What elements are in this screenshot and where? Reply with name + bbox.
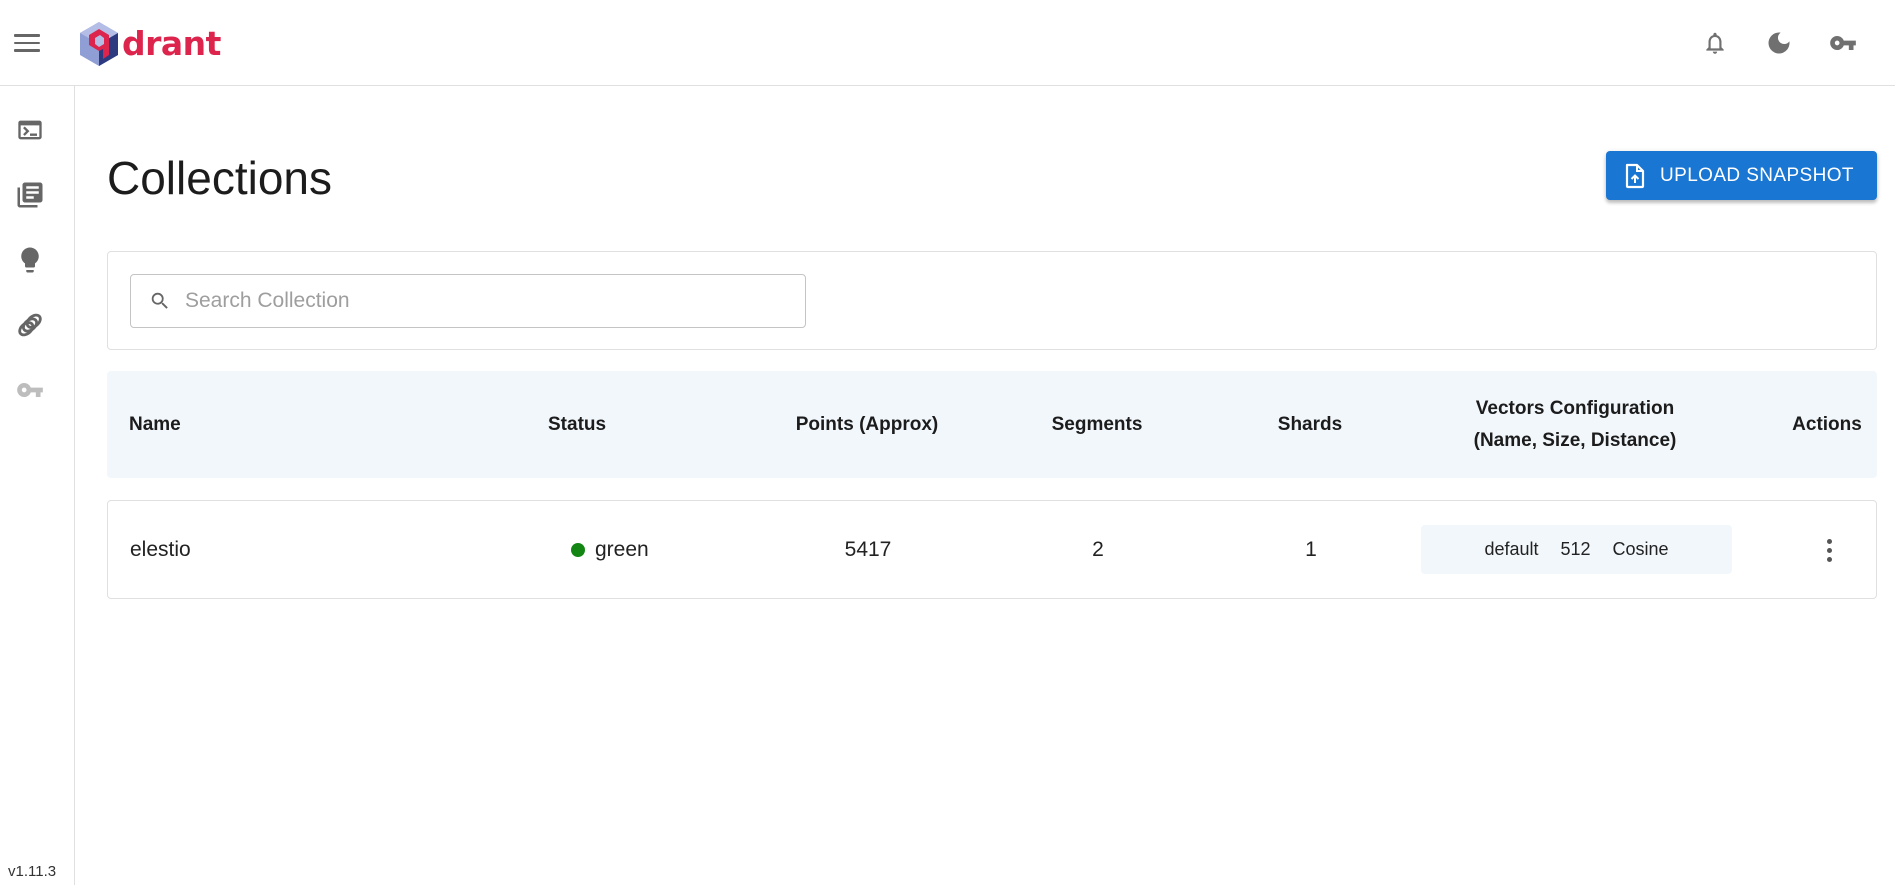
sidebar-item-tutorial[interactable] xyxy=(14,244,46,276)
menu-icon[interactable] xyxy=(14,28,44,58)
status-dot-icon xyxy=(571,542,585,557)
top-app-bar: drant xyxy=(0,0,1895,86)
vector-distance: Cosine xyxy=(1612,539,1669,559)
sidebar: v1.11.3 xyxy=(0,86,75,885)
qdrant-logo-mark xyxy=(80,22,118,66)
column-header-vectors-line1: Vectors Configuration xyxy=(1475,397,1675,419)
status-text: green xyxy=(595,537,649,561)
column-header-shards: Shards xyxy=(1277,413,1343,435)
column-header-actions: Actions xyxy=(1792,413,1862,435)
table-row[interactable]: elestio green 5417 2 1 default 512 Cosin… xyxy=(107,500,1877,599)
column-header-name: Name xyxy=(129,413,181,435)
sidebar-item-datasets[interactable] xyxy=(14,309,46,341)
sidebar-item-collections[interactable] xyxy=(14,179,46,211)
cell-shards: 1 xyxy=(1305,537,1317,561)
cell-status: green xyxy=(571,501,721,598)
table-header: Name Status Points (Approx) Segments Sha… xyxy=(107,371,1877,478)
collections-icon xyxy=(17,182,43,208)
console-icon xyxy=(18,120,42,140)
row-actions-more-icon[interactable] xyxy=(1814,534,1844,566)
cell-points: 5417 xyxy=(844,537,892,561)
cell-name[interactable]: elestio xyxy=(108,501,408,598)
dark-mode-moon-icon[interactable] xyxy=(1762,26,1796,60)
search-field[interactable] xyxy=(130,274,806,328)
api-key-icon[interactable] xyxy=(1826,26,1860,60)
page-title: Collections xyxy=(107,152,332,204)
key-icon xyxy=(17,383,43,397)
column-header-segments: Segments xyxy=(1051,413,1143,435)
vector-size: 512 xyxy=(1560,539,1591,559)
vector-config-chip: default 512 Cosine xyxy=(1421,525,1732,574)
search-icon xyxy=(151,292,168,309)
column-header-points: Points (Approx) xyxy=(795,413,939,435)
version-label: v1.11.3 xyxy=(8,863,57,880)
lightbulb-icon xyxy=(21,247,39,273)
upload-snapshot-button[interactable]: UPLOAD SNAPSHOT xyxy=(1606,151,1877,200)
cell-segments: 2 xyxy=(1092,537,1104,561)
column-header-vectors-line2: (Name, Size, Distance) xyxy=(1473,429,1677,451)
column-header-status: Status xyxy=(548,413,607,435)
vector-name: default xyxy=(1484,539,1539,559)
search-input[interactable] xyxy=(185,289,785,313)
brand-name: drant xyxy=(122,23,221,63)
upload-snapshot-label: UPLOAD SNAPSHOT xyxy=(1660,164,1854,186)
bell-icon[interactable] xyxy=(1698,26,1732,60)
file-upload-icon xyxy=(1625,163,1645,188)
sidebar-item-api-key[interactable] xyxy=(14,374,46,406)
qdrant-logo[interactable]: drant xyxy=(78,20,221,68)
datasets-icon xyxy=(18,313,42,337)
sidebar-item-console[interactable] xyxy=(14,114,46,146)
column-header-vectors: Vectors Configuration (Name, Size, Dista… xyxy=(1425,371,1725,478)
search-card xyxy=(107,251,1877,350)
